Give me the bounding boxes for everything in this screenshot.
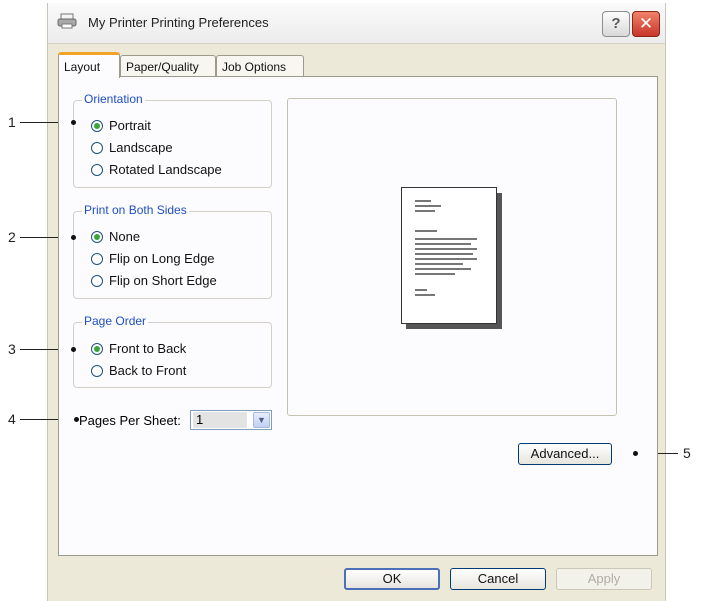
callout-3-dot — [71, 347, 76, 352]
chevron-down-icon[interactable]: ▼ — [253, 412, 270, 428]
radio-label: Flip on Short Edge — [109, 273, 217, 288]
printer-icon — [57, 13, 77, 29]
advanced-button[interactable]: Advanced... — [518, 443, 612, 465]
cancel-button[interactable]: Cancel — [450, 568, 546, 590]
callout-4-number: 4 — [8, 411, 16, 427]
radio-button-icon[interactable] — [91, 253, 103, 265]
ok-button[interactable]: OK — [344, 568, 440, 590]
radio-button-icon[interactable] — [91, 164, 103, 176]
page-order-group: Page Order Front to Back Back to Front — [73, 314, 272, 388]
radio-button-icon[interactable] — [91, 365, 103, 377]
page-preview-icon — [401, 187, 497, 324]
radio-label: None — [109, 229, 141, 244]
close-button[interactable]: ✕ — [632, 11, 660, 37]
tab-layout[interactable]: Layout — [58, 52, 120, 78]
pages-per-sheet-label: Pages Per Sheet: — [79, 413, 181, 428]
radio-label: Flip on Long Edge — [109, 251, 215, 266]
radio-label: Landscape — [109, 140, 173, 155]
radio-button-icon[interactable] — [91, 120, 103, 132]
radio-label: Back to Front — [109, 363, 187, 378]
callout-4-dot — [74, 417, 79, 422]
radio-button-icon[interactable] — [91, 231, 103, 243]
callout-3-number: 3 — [8, 341, 16, 357]
radio-label: Portrait — [109, 118, 151, 133]
orientation-group: Orientation Portrait Landscape Rotated L… — [73, 92, 272, 188]
help-button[interactable]: ? — [602, 11, 630, 37]
callout-1-number: 1 — [8, 114, 16, 130]
title-bar[interactable]: My Printer Printing Preferences ? ✕ — [48, 3, 665, 44]
print-both-sides-group: Print on Both Sides None Flip on Long Ed… — [73, 203, 272, 299]
print-both-sides-group-title: Print on Both Sides — [82, 203, 189, 217]
radio-button-icon[interactable] — [91, 343, 103, 355]
radio-label: Rotated Landscape — [109, 162, 222, 177]
callout-2-dot — [71, 235, 76, 240]
page-order-group-title: Page Order — [82, 314, 149, 328]
tab-paper-quality[interactable]: Paper/Quality — [120, 55, 216, 77]
callout-5-dot — [633, 451, 638, 456]
window-title: My Printer Printing Preferences — [88, 15, 269, 30]
callout-5-number: 5 — [683, 445, 691, 461]
pages-per-sheet-value: 1 — [193, 412, 247, 428]
callout-1-dot — [71, 120, 76, 125]
callout-2-number: 2 — [8, 229, 16, 245]
radio-label: Front to Back — [109, 341, 187, 356]
pages-per-sheet-select[interactable]: 1 ▼ — [190, 410, 272, 430]
tab-job-options[interactable]: Job Options — [216, 55, 304, 77]
orientation-group-title: Orientation — [82, 92, 145, 106]
apply-button[interactable]: Apply — [556, 568, 652, 590]
radio-button-icon[interactable] — [91, 142, 103, 154]
radio-button-icon[interactable] — [91, 275, 103, 287]
